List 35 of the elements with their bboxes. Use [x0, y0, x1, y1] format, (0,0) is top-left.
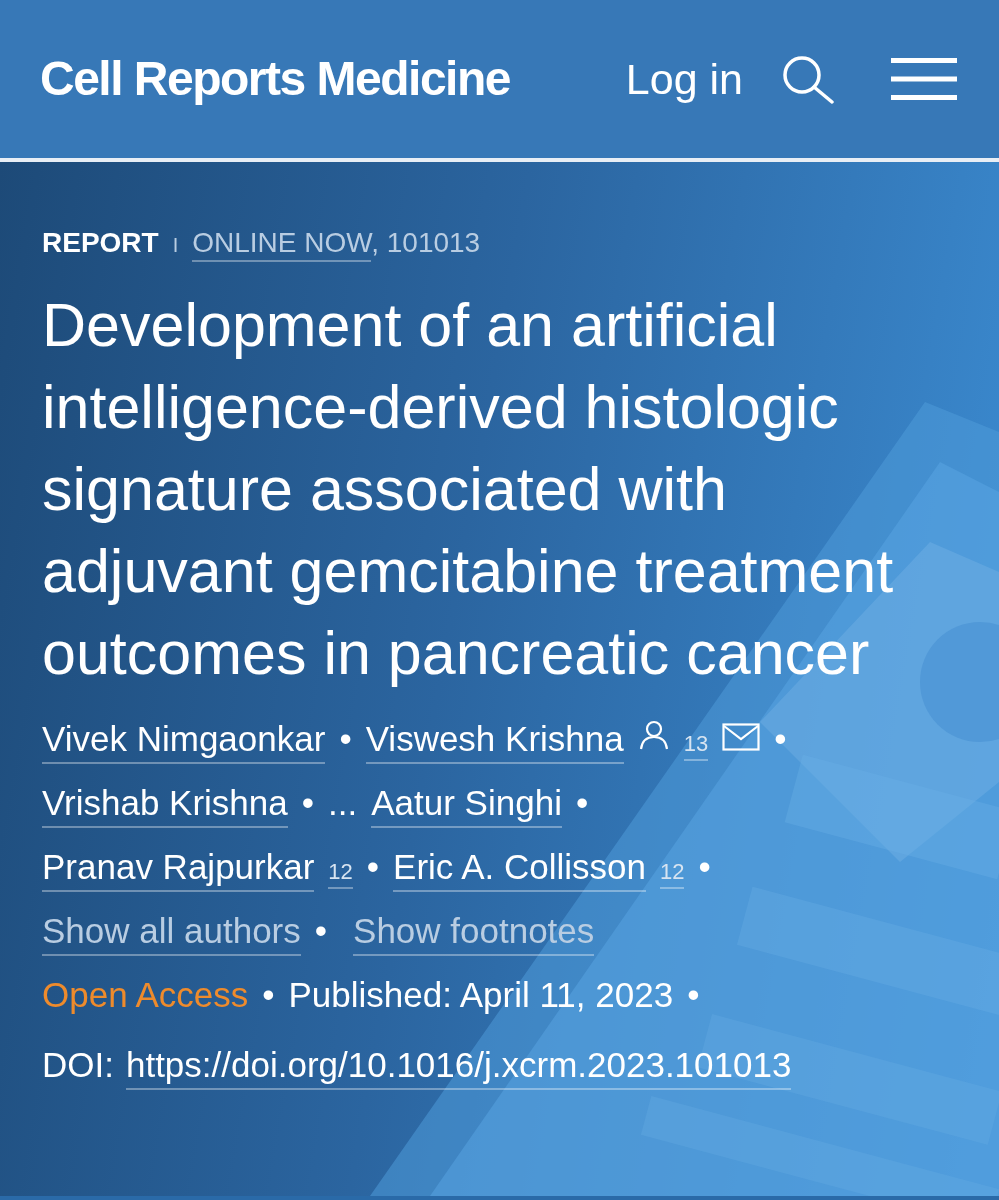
article-number: , 101013 [371, 227, 481, 258]
ellipsis-text: ... [328, 782, 358, 824]
affiliation-link[interactable]: 12 [328, 859, 353, 890]
affiliation-link[interactable]: 13 [683, 731, 709, 762]
toggle-link[interactable]: Show all authors [42, 910, 301, 956]
separator-dot: • [687, 974, 700, 1016]
open-access-label: Open Access [42, 974, 249, 1016]
journal-logo[interactable]: Cell Reports Medicine [40, 55, 510, 103]
toggle-link[interactable]: Show footnotes [353, 910, 595, 956]
search-icon[interactable] [781, 54, 835, 104]
doi-label: DOI: [42, 1044, 114, 1086]
author-link[interactable]: Pranav Rajpurkar [42, 846, 315, 892]
article-title: Development of an artificial intelligence-derived histologic signature associated with adjuvant gemcitabine treatment outcomes in pancreatic cancer [42, 290, 895, 689]
online-now-link[interactable]: ONLINE NOW [192, 227, 372, 262]
author-link[interactable]: Viswesh Krishna [365, 718, 624, 764]
separator-dot: • [339, 718, 352, 760]
menu-icon[interactable] [891, 56, 957, 102]
divider-text: I [172, 233, 179, 258]
separator-dot: • [575, 782, 589, 824]
separator-dot: • [698, 846, 711, 888]
author-link[interactable]: Vivek Nimgaonkar [42, 718, 326, 764]
published-date: Published: April 11, 2023 [288, 974, 674, 1016]
author-link[interactable]: Eric A. Collisson [393, 846, 646, 892]
email-icon[interactable] [722, 723, 761, 751]
separator-dot: • [314, 910, 328, 952]
doi-link[interactable]: https://doi.org/10.1016/j.xcrm.2023.101013 [125, 1044, 792, 1090]
login-link[interactable]: Log in [625, 46, 743, 112]
separator-dot: • [774, 718, 787, 760]
separator-dot: • [301, 782, 315, 824]
person-icon[interactable] [637, 719, 670, 751]
author-link[interactable]: Aatur Singhi [371, 782, 562, 828]
separator-dot: • [262, 974, 275, 1016]
separator-dot: • [366, 846, 380, 888]
author-link[interactable]: Vrishab Krishna [42, 782, 288, 828]
article-type: REPORT [42, 226, 159, 260]
